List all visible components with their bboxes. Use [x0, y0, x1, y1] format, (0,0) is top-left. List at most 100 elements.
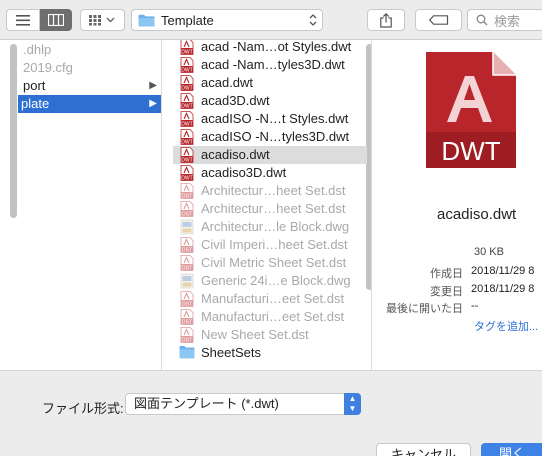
svg-text:DST: DST: [182, 319, 192, 325]
svg-text:DST: DST: [182, 247, 192, 253]
share-button[interactable]: [367, 9, 405, 31]
cancel-button[interactable]: キャンセル: [376, 443, 471, 456]
dwt-file-icon: DWT: [179, 111, 195, 127]
column-view-button[interactable]: [40, 9, 72, 31]
column-view-icon: [48, 14, 64, 26]
tag-icon: [428, 15, 448, 25]
search-field[interactable]: 検索: [467, 9, 542, 31]
folder-item[interactable]: 2019.cfg: [20, 59, 161, 77]
svg-text:DWT: DWT: [181, 139, 192, 145]
file-row[interactable]: DWT acadISO -N…tyles3D.dwt: [175, 128, 367, 146]
file-row[interactable]: DWT acadiso.dwt: [173, 146, 367, 164]
disclosure-chevron-icon: ▶: [149, 98, 157, 109]
dst-file-icon: DST: [179, 309, 195, 325]
file-name: acad.dwt: [201, 75, 254, 90]
file-row[interactable]: DWT acad -Nam…tyles3D.dwt: [175, 56, 367, 74]
files-column: DWT acad -Nam…ot Styles.dwt DWT acad -Nam…t…: [163, 40, 372, 370]
file-row[interactable]: DWT acad -Nam…ot Styles.dwt: [175, 40, 367, 56]
file-format-select[interactable]: 図面テンプレート (*.dwt) ▲ ▼: [125, 393, 361, 415]
dst-file-icon: DST: [179, 291, 195, 307]
created-label: 作成日: [430, 268, 463, 280]
file-row[interactable]: DWT acadISO -N…t Styles.dwt: [175, 110, 367, 128]
svg-text:DWT: DWT: [181, 67, 192, 73]
last-opened-label: 最後に開いた日: [386, 303, 463, 315]
file-row: Architectur…le Block.dwg: [175, 218, 367, 236]
folder-column-scrollbar[interactable]: [10, 44, 17, 218]
bottom-bar: ファイル形式: 図面テンプレート (*.dwt) ▲ ▼ キャンセル 開く: [0, 370, 542, 456]
last-opened-value: --: [471, 300, 479, 312]
disclosure-chevron-icon: ▶: [149, 80, 157, 91]
dst-file-icon: DST: [179, 255, 195, 271]
file-row: DST Civil Imperi…heet Set.dst: [175, 236, 367, 254]
svg-text:DST: DST: [182, 211, 192, 217]
list-view-button[interactable]: [6, 9, 40, 31]
path-label: Template: [161, 12, 214, 28]
file-name: acadiso3D.dwt: [201, 165, 287, 180]
list-view-icon: [16, 14, 30, 26]
file-name: Civil Metric Sheet Set.dst: [201, 255, 347, 270]
file-name: New Sheet Set.dst: [201, 327, 309, 342]
svg-text:DWT: DWT: [181, 49, 192, 55]
up-down-arrows-icon: [309, 14, 317, 26]
select-stepper-icon: ▲ ▼: [344, 393, 361, 415]
file-row: DST Manufacturi…eet Set.dst: [175, 308, 367, 326]
folder-row[interactable]: SheetSets: [175, 344, 367, 362]
file-name: Manufacturi…eet Set.dst: [201, 291, 345, 306]
add-tags-link[interactable]: タグを追加...: [474, 318, 538, 334]
svg-text:DST: DST: [182, 337, 192, 343]
file-row[interactable]: DWT acad.dwt: [175, 74, 367, 92]
open-file-dialog: Template 検索 .dhlp 2019.cfg port ▶ plate …: [0, 0, 542, 456]
file-browser: .dhlp 2019.cfg port ▶ plate ▶ DWT acad -Nam…ot…: [0, 40, 542, 410]
svg-text:DST: DST: [182, 301, 192, 307]
open-button[interactable]: 開く: [481, 443, 542, 456]
file-row: DST Architectur…heet Set.dst: [175, 182, 367, 200]
folder-icon: [138, 14, 155, 26]
file-name: SheetSets: [201, 345, 261, 360]
folder-item[interactable]: plate ▶: [18, 95, 161, 113]
file-format-label: ファイル形式:: [42, 401, 124, 416]
folder-item-label: 2019.cfg: [23, 60, 73, 75]
modified-label: 変更日: [430, 286, 463, 298]
svg-text:DWT: DWT: [181, 175, 192, 181]
svg-text:DST: DST: [182, 193, 192, 199]
tag-button[interactable]: [415, 9, 462, 31]
file-name: Generic 24i…e Block.dwg: [201, 273, 351, 288]
file-row: DST Manufacturi…eet Set.dst: [175, 290, 367, 308]
file-name: Manufacturi…eet Set.dst: [201, 309, 345, 324]
dwt-file-icon: DWT: [179, 93, 195, 109]
folder-item-label: port: [23, 78, 46, 93]
dst-file-icon: DST: [179, 237, 195, 253]
file-format-value: 図面テンプレート (*.dwt): [134, 396, 279, 411]
file-name: acad -Nam…ot Styles.dwt: [201, 40, 352, 54]
file-row[interactable]: DWT acadiso3D.dwt: [175, 164, 367, 182]
svg-text:DST: DST: [182, 265, 192, 271]
file-name: acadISO -N…tyles3D.dwt: [201, 129, 350, 144]
folder-file-icon: [179, 345, 195, 361]
file-name: acadISO -N…t Styles.dwt: [201, 111, 349, 126]
preview-pane: DWT acadiso.dwt 30 KB 作成日 2018/11/29 8 変…: [373, 40, 542, 370]
file-name: Civil Imperi…heet Set.dst: [201, 237, 348, 252]
file-name: Architectur…le Block.dwg: [201, 219, 350, 234]
dwt-file-icon: DWT: [179, 165, 195, 181]
file-name: acadiso.dwt: [201, 147, 270, 162]
file-name: acad -Nam…tyles3D.dwt: [201, 57, 345, 72]
file-name: Architectur…heet Set.dst: [201, 183, 346, 198]
arrange-button[interactable]: [80, 9, 125, 31]
file-row: Generic 24i…e Block.dwg: [175, 272, 367, 290]
svg-text:DWT: DWT: [441, 136, 500, 166]
folder-item[interactable]: port ▶: [20, 77, 161, 95]
file-row: DST New Sheet Set.dst: [175, 326, 367, 344]
preview-size: 30 KB: [474, 246, 504, 258]
file-row[interactable]: DWT acad3D.dwt: [175, 92, 367, 110]
preview-filename: acadiso.dwt: [437, 206, 517, 223]
file-name: Architectur…heet Set.dst: [201, 201, 346, 216]
search-placeholder: 検索: [494, 13, 521, 29]
dst-file-icon: DST: [179, 327, 195, 343]
dwg-file-icon: [179, 273, 195, 289]
dwg-file-icon: [179, 219, 195, 235]
path-popup[interactable]: Template: [131, 9, 323, 31]
dwt-file-icon: DWT: [179, 40, 195, 55]
svg-text:DWT: DWT: [181, 121, 192, 127]
folder-item[interactable]: .dhlp: [20, 41, 161, 59]
dwt-file-icon: DWT: [179, 147, 195, 163]
